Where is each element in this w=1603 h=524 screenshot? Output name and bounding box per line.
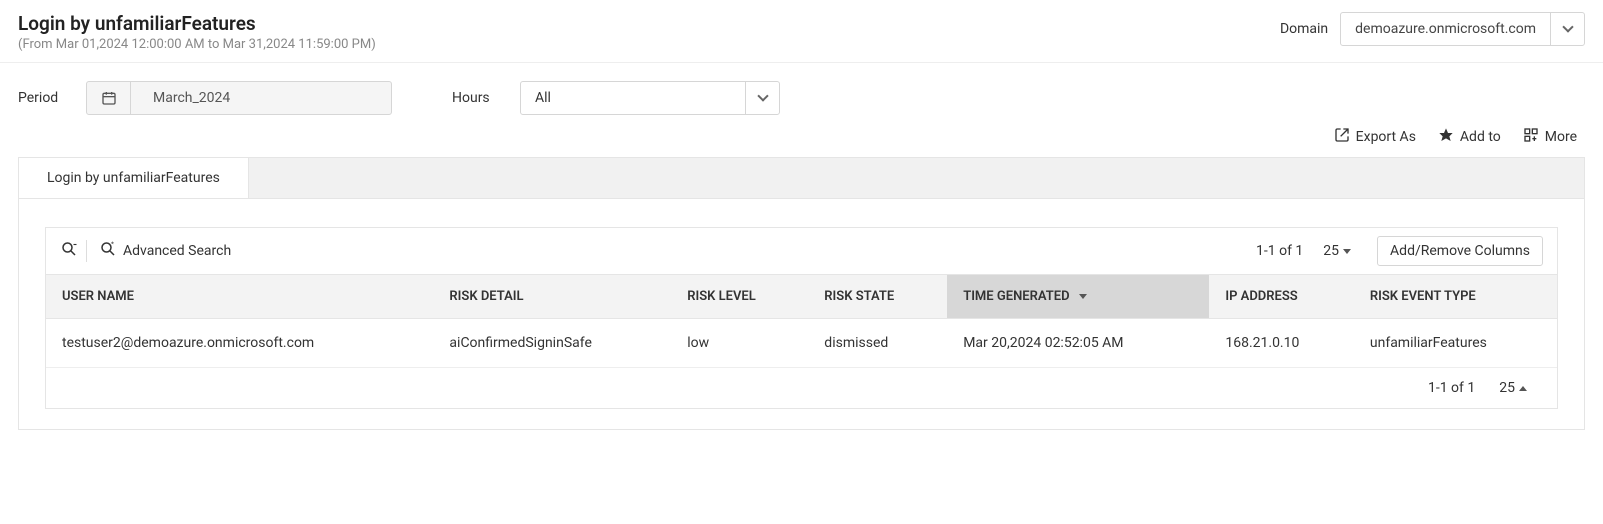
period-control[interactable]: March_2024: [86, 81, 392, 115]
col-time-generated[interactable]: TIME GENERATED: [947, 275, 1209, 319]
cell-risk-event-type: unfamiliarFeatures: [1354, 319, 1557, 368]
more-label: More: [1545, 129, 1577, 145]
add-remove-columns-button[interactable]: Add/Remove Columns: [1377, 236, 1543, 266]
pager-bottom: 1-1 of 1: [1428, 380, 1475, 396]
period-label: Period: [18, 90, 62, 106]
export-label: Export As: [1356, 129, 1416, 145]
table-header-row: USER NAME RISK DETAIL RISK LEVEL RISK ST…: [46, 275, 1557, 319]
col-risk-state[interactable]: RISK STATE: [808, 275, 947, 319]
table-row[interactable]: testuser2@demoazure.onmicrosoft.com aiCo…: [46, 319, 1557, 368]
more-button[interactable]: More: [1523, 127, 1577, 147]
add-to-button[interactable]: Add to: [1438, 127, 1501, 147]
sort-desc-icon: [1079, 294, 1087, 299]
cell-risk-state: dismissed: [808, 319, 947, 368]
period-filter: Period March_2024: [18, 81, 392, 115]
chevron-down-icon[interactable]: [1550, 13, 1584, 45]
hours-value: All: [521, 82, 745, 114]
hours-control[interactable]: All: [520, 81, 780, 115]
advanced-search-button[interactable]: * Advanced Search: [99, 240, 231, 262]
search-bar: * Advanced Search 1-1 of 1 25 Add/Remove…: [46, 228, 1557, 275]
domain-select[interactable]: demoazure.onmicrosoft.com: [1340, 12, 1585, 46]
table-card: * Advanced Search 1-1 of 1 25 Add/Remove…: [45, 227, 1558, 409]
col-ip-address[interactable]: IP ADDRESS: [1209, 275, 1354, 319]
more-icon: [1523, 127, 1539, 147]
cell-risk-level: low: [671, 319, 808, 368]
col-time-generated-label: TIME GENERATED: [963, 289, 1069, 304]
cell-user-name: testuser2@demoazure.onmicrosoft.com: [46, 319, 433, 368]
page-size-value: 25: [1499, 380, 1515, 396]
export-icon: [1334, 127, 1350, 147]
hours-filter: Hours All: [452, 81, 780, 115]
calendar-icon[interactable]: [87, 82, 131, 114]
advanced-search-label: Advanced Search: [123, 243, 231, 259]
page-title: Login by unfamiliarFeatures: [18, 12, 376, 35]
svg-text:*: *: [111, 240, 114, 248]
caret-down-icon: [1343, 249, 1351, 254]
period-value[interactable]: March_2024: [131, 82, 391, 114]
pager-top: 1-1 of 1: [1256, 243, 1303, 259]
domain-block: Domain demoazure.onmicrosoft.com: [1280, 12, 1585, 46]
star-icon: [1438, 127, 1454, 147]
cell-risk-detail: aiConfirmedSigninSafe: [433, 319, 671, 368]
caret-up-icon: [1519, 386, 1527, 391]
search-button[interactable]: [60, 240, 87, 262]
export-as-button[interactable]: Export As: [1334, 127, 1416, 147]
domain-select-value: demoazure.onmicrosoft.com: [1341, 13, 1550, 45]
page-size-select-bottom[interactable]: 25: [1499, 380, 1527, 396]
page-subtitle: (From Mar 01,2024 12:00:00 AM to Mar 31,…: [18, 37, 376, 52]
search-icon: [60, 240, 78, 262]
table-footer: 1-1 of 1 25: [46, 368, 1557, 408]
col-risk-event-type[interactable]: RISK EVENT TYPE: [1354, 275, 1557, 319]
results-table: USER NAME RISK DETAIL RISK LEVEL RISK ST…: [46, 275, 1557, 368]
page-size-value: 25: [1323, 243, 1339, 259]
tab-login-unfamiliar[interactable]: Login by unfamiliarFeatures: [19, 158, 249, 198]
title-block: Login by unfamiliarFeatures (From Mar 01…: [18, 12, 376, 52]
domain-label: Domain: [1280, 21, 1328, 37]
actions-bar: Export As Add to More: [0, 123, 1603, 157]
page-header: Login by unfamiliarFeatures (From Mar 01…: [0, 0, 1603, 63]
add-to-label: Add to: [1460, 129, 1501, 145]
chevron-down-icon[interactable]: [745, 82, 779, 114]
filters-row: Period March_2024 Hours All: [0, 63, 1603, 123]
col-risk-level[interactable]: RISK LEVEL: [671, 275, 808, 319]
cell-ip-address: 168.21.0.10: [1209, 319, 1354, 368]
page-size-select-top[interactable]: 25: [1323, 243, 1351, 259]
col-user-name[interactable]: USER NAME: [46, 275, 433, 319]
cell-time-generated: Mar 20,2024 02:52:05 AM: [947, 319, 1209, 368]
advanced-search-icon: *: [99, 240, 117, 262]
col-risk-detail[interactable]: RISK DETAIL: [433, 275, 671, 319]
tabs: Login by unfamiliarFeatures: [19, 158, 1584, 199]
hours-label: Hours: [452, 90, 496, 106]
content-card: Login by unfamiliarFeatures * Advanced S…: [18, 157, 1585, 430]
